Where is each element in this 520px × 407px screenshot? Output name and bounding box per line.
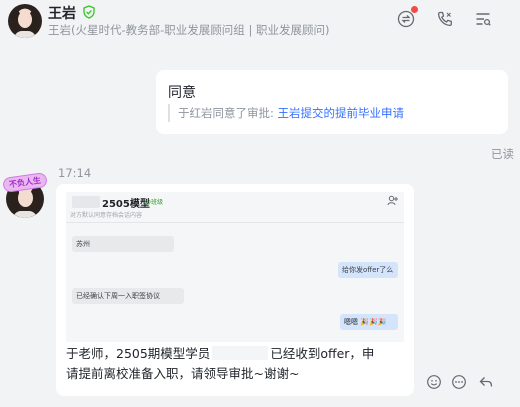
attached-screenshot[interactable]: 2505模型 @班级 对方默认同意存档会话内容 苏州 给你发offer了么 已经… xyxy=(66,192,404,342)
chat-header: 王岩 王岩(火星时代-教务部-职业发展顾问组 | 职业发展顾问) xyxy=(0,0,520,46)
message-bubble[interactable]: 2505模型 @班级 对方默认同意存档会话内容 苏州 给你发offer了么 已经… xyxy=(56,184,414,396)
list-icon[interactable] xyxy=(472,8,494,30)
read-status: 已读 xyxy=(491,147,514,161)
approval-quote-prefix: 于红岩同意了审批: xyxy=(178,106,278,120)
emoji-icon[interactable] xyxy=(426,374,442,390)
add-user-icon xyxy=(387,195,398,209)
screenshot-bubble: 嗯嗯 🎉🎉🎉 xyxy=(340,314,398,330)
redacted-area xyxy=(72,196,100,208)
redacted-name xyxy=(212,346,269,360)
verified-shield-icon xyxy=(82,4,96,19)
call-icon[interactable] xyxy=(434,8,456,30)
message-text-part: 已经收到offer，申 xyxy=(270,346,375,361)
approval-title: 同意 xyxy=(168,85,196,101)
screenshot-bubble: 给你发offer了么 xyxy=(338,262,398,278)
screenshot-divider xyxy=(66,222,404,223)
screenshot-chat-tag: @班级 xyxy=(145,199,164,206)
contact-name[interactable]: 王岩 xyxy=(48,3,76,23)
approval-quote: 于红岩同意了审批: 王岩提交的提前毕业申请 xyxy=(168,104,404,122)
approval-message-bubble[interactable]: 同意 于红岩同意了审批: 王岩提交的提前毕业申请 xyxy=(156,70,508,134)
reply-icon[interactable] xyxy=(478,374,494,390)
screenshot-chat-title: 2505模型 xyxy=(102,199,150,210)
message-text-line: 请提前离校准备入职，请领导审批~谢谢~ xyxy=(66,366,300,381)
message-timestamp: 17:14 xyxy=(58,166,92,180)
message-text-part: 于老师，2505期模型学员 xyxy=(66,346,211,361)
screenshot-chat-description: 对方默认同意存档会话内容 xyxy=(70,212,143,219)
notification-dot xyxy=(411,6,418,13)
approval-link[interactable]: 王岩提交的提前毕业申请 xyxy=(278,106,405,120)
screenshot-bubble: 已经确认下周一入职签协议 xyxy=(72,288,184,304)
transfer-icon[interactable] xyxy=(395,6,418,30)
contact-avatar[interactable] xyxy=(8,4,42,38)
screenshot-bubble: 苏州 xyxy=(72,236,174,252)
more-icon[interactable] xyxy=(451,374,467,390)
contact-subtitle: 王岩(火星时代-教务部-职业发展顾问组 | 职业发展顾问) xyxy=(48,23,330,37)
message-text: 于老师，2505期模型学员 已经收到offer，申 请提前离校准备入职，请领导审批… xyxy=(66,344,406,384)
